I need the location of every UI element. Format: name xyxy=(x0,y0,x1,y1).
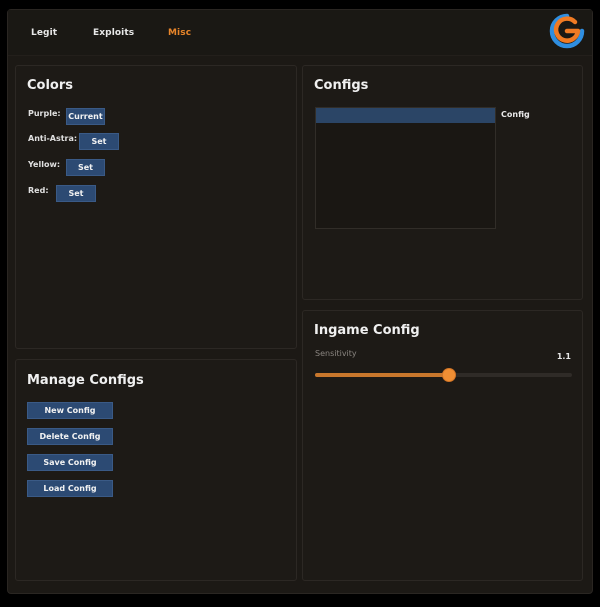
app-window: Legit Exploits Misc Colors Purple: Curre… xyxy=(7,9,593,594)
ingame-config-panel: Ingame Config Sensitivity 1.1 xyxy=(302,310,583,581)
g-logo-icon xyxy=(549,13,585,49)
tab-misc[interactable]: Misc xyxy=(168,28,191,38)
yellow-set-button[interactable]: Set xyxy=(66,159,105,176)
sensitivity-label: Sensitivity xyxy=(315,349,357,358)
sensitivity-slider-fill xyxy=(315,373,449,377)
load-config-button[interactable]: Load Config xyxy=(27,480,113,497)
colors-title: Colors xyxy=(27,78,74,93)
config-list[interactable] xyxy=(315,107,496,229)
save-config-button[interactable]: Save Config xyxy=(27,454,113,471)
new-config-button[interactable]: New Config xyxy=(27,402,113,419)
anti-astra-set-button[interactable]: Set xyxy=(79,133,119,150)
sensitivity-value: 1.1 xyxy=(556,352,571,361)
configs-panel: Configs Config xyxy=(302,65,583,300)
top-nav-bar: Legit Exploits Misc xyxy=(8,10,592,56)
colors-panel: Colors Purple: Current Anti-Astra: Set Y… xyxy=(15,65,297,349)
tab-legit[interactable]: Legit xyxy=(31,28,57,38)
color-label-red: Red: xyxy=(28,186,49,195)
sensitivity-slider[interactable] xyxy=(315,368,572,382)
color-label-yellow: Yellow: xyxy=(28,160,61,169)
ingame-config-title: Ingame Config xyxy=(314,323,420,338)
config-list-selected-row[interactable] xyxy=(316,108,495,123)
manage-configs-title: Manage Configs xyxy=(27,373,144,388)
sensitivity-slider-thumb[interactable] xyxy=(441,368,456,382)
color-label-purple: Purple: xyxy=(28,109,61,118)
color-label-anti-astra: Anti-Astra: xyxy=(28,134,78,143)
purple-current-button[interactable]: Current xyxy=(66,108,105,125)
manage-configs-panel: Manage Configs New Config Delete Config … xyxy=(15,359,297,581)
delete-config-button[interactable]: Delete Config xyxy=(27,428,113,445)
config-label: Config xyxy=(501,110,530,119)
tab-exploits[interactable]: Exploits xyxy=(93,28,134,38)
red-set-button[interactable]: Set xyxy=(56,185,96,202)
configs-title: Configs xyxy=(314,78,369,93)
